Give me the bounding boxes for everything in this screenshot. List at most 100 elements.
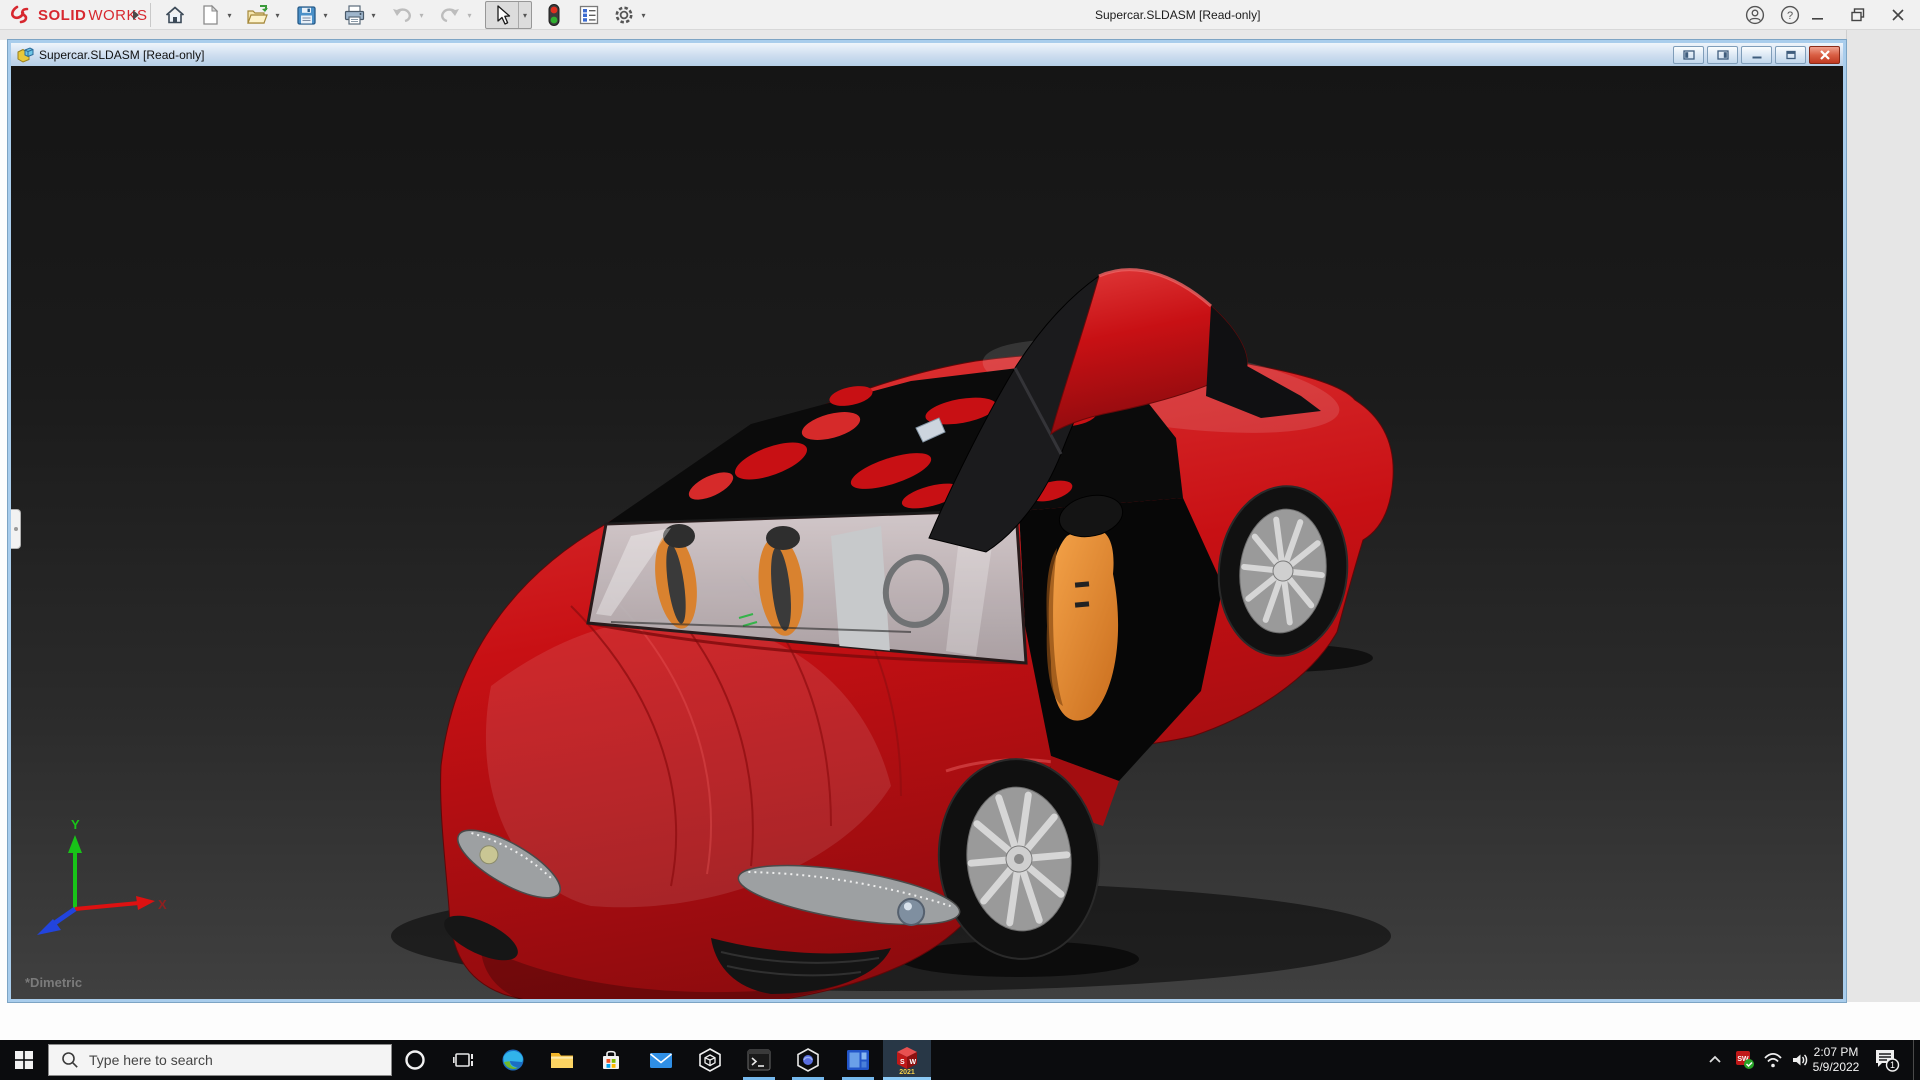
taskbar-search-box[interactable] — [48, 1044, 392, 1076]
solidworks-tray-icon: SW — [1735, 1050, 1755, 1070]
taskbar-solidworks-2021[interactable]: S W 2021 — [883, 1040, 931, 1080]
clock-date: 5/9/2022 — [1808, 1060, 1864, 1075]
photos-icon — [845, 1048, 871, 1072]
tray-clock[interactable]: 2:07 PM 5/9/2022 — [1808, 1040, 1864, 1080]
select-cursor-icon — [492, 4, 512, 26]
document-window-controls — [1673, 46, 1840, 64]
doc-minimize-icon — [1751, 50, 1763, 60]
new-document-dropdown[interactable]: ▾ — [223, 2, 236, 28]
assembly-document-icon — [16, 47, 34, 63]
hidden-icons-chevron[interactable] — [1701, 1040, 1729, 1080]
tray-wifi[interactable] — [1759, 1040, 1787, 1080]
taskbar-command-prompt[interactable] — [735, 1040, 783, 1080]
taskbar-cortana[interactable] — [391, 1040, 439, 1080]
options-dropdown[interactable]: ▾ — [637, 2, 650, 28]
volume-icon — [1790, 1050, 1810, 1070]
action-center-icon: 1 — [1872, 1047, 1900, 1073]
tray-solidworks-monitor[interactable]: SW — [1731, 1040, 1759, 1080]
minimize-button[interactable] — [1802, 0, 1834, 30]
taskbar-photos[interactable] — [834, 1040, 882, 1080]
command-prompt-icon — [746, 1047, 772, 1073]
home-icon — [164, 4, 186, 26]
close-icon — [1891, 8, 1905, 22]
taskbar-edge[interactable] — [489, 1040, 537, 1080]
print-dropdown[interactable]: ▾ — [367, 2, 380, 28]
doc-restore-icon — [1785, 50, 1797, 60]
restore-button[interactable] — [1842, 0, 1874, 30]
document-window: Supercar.SLDASM [Read-only] — [8, 40, 1846, 1002]
new-document-icon — [200, 4, 220, 26]
task-pane-collapsed-strip[interactable] — [1846, 30, 1920, 1002]
taskbar-paint-3d[interactable] — [784, 1040, 832, 1080]
help-icon: ? — [1780, 5, 1800, 25]
document-title: Supercar.SLDASM [Read-only] — [39, 48, 204, 62]
menu-expand-arrow-icon[interactable] — [131, 8, 141, 22]
file-explorer-icon — [549, 1047, 575, 1073]
home-button[interactable] — [162, 2, 188, 28]
taskbar-file-explorer[interactable] — [538, 1040, 586, 1080]
triad-y-label: Y — [71, 817, 80, 832]
orientation-triad[interactable]: Y X — [27, 817, 167, 937]
mdi-top-strip — [0, 30, 1920, 40]
search-icon — [61, 1051, 79, 1069]
svg-text:?: ? — [1787, 10, 1793, 22]
taskbar-3d-viewer[interactable] — [686, 1040, 734, 1080]
new-document-button[interactable] — [197, 2, 223, 28]
rebuild-traffic-light-icon — [547, 3, 561, 27]
save-dropdown[interactable]: ▾ — [319, 2, 332, 28]
redo-dropdown[interactable]: ▾ — [463, 2, 476, 28]
select-tool-button[interactable] — [486, 2, 518, 28]
windows-logo-icon — [15, 1051, 33, 1069]
file-properties-button[interactable] — [576, 2, 602, 28]
select-tool-dropdown[interactable]: ▾ — [518, 2, 531, 28]
doc-minimize-button[interactable] — [1741, 46, 1772, 64]
print-button[interactable] — [341, 2, 367, 28]
mail-icon — [648, 1048, 674, 1072]
close-button[interactable] — [1882, 0, 1914, 30]
solidworks-2021-icon: S W 2021 — [893, 1045, 921, 1075]
action-center-button[interactable]: 1 — [1864, 1040, 1908, 1080]
doc-close-icon — [1819, 50, 1831, 60]
open-folder-icon — [246, 4, 270, 26]
open-button[interactable] — [245, 2, 271, 28]
gear-icon — [613, 4, 635, 26]
search-input[interactable] — [89, 1052, 359, 1068]
print-icon — [343, 4, 366, 26]
svg-text:S: S — [900, 1059, 905, 1066]
doc-close-button[interactable] — [1809, 46, 1840, 64]
solidworks-logo: SOLIDWORKS — [10, 0, 148, 30]
view-orientation-label: *Dimetric — [25, 975, 82, 990]
show-desktop-button[interactable] — [1913, 1040, 1920, 1080]
windows-taskbar: S W 2021 SW — [0, 1040, 1920, 1080]
undo-button[interactable] — [389, 2, 415, 28]
clock-time: 2:07 PM — [1808, 1045, 1864, 1060]
wifi-icon — [1763, 1050, 1783, 1070]
restore-icon — [1850, 7, 1866, 23]
toolbar-separator — [150, 3, 151, 27]
taskbar-store[interactable] — [587, 1040, 635, 1080]
svg-text:W: W — [910, 1059, 917, 1066]
edge-icon — [500, 1047, 526, 1073]
supercar-3d-model[interactable] — [11, 66, 1843, 999]
taskbar-task-view[interactable] — [439, 1040, 487, 1080]
open-dropdown[interactable]: ▾ — [271, 2, 284, 28]
rebuild-button[interactable] — [541, 2, 567, 28]
featuremanager-collapsed-tab[interactable] — [11, 509, 21, 549]
sw-year-label: 2021 — [899, 1069, 915, 1075]
paint-3d-icon — [795, 1047, 821, 1073]
brand-solid: SOLID — [38, 7, 86, 24]
account-button[interactable] — [1739, 0, 1771, 30]
save-button[interactable] — [293, 2, 319, 28]
notification-badge: 1 — [1890, 1060, 1895, 1070]
start-button[interactable] — [0, 1040, 48, 1080]
options-button[interactable] — [611, 2, 637, 28]
doc-pane-right-button[interactable] — [1707, 46, 1738, 64]
redo-button[interactable] — [437, 2, 463, 28]
graphics-viewport[interactable]: Y X *Dimetric — [11, 66, 1843, 999]
user-account-icon — [1745, 5, 1765, 25]
undo-dropdown[interactable]: ▾ — [415, 2, 428, 28]
taskbar-mail[interactable] — [637, 1040, 685, 1080]
document-titlebar[interactable]: Supercar.SLDASM [Read-only] — [11, 43, 1843, 66]
doc-restore-button[interactable] — [1775, 46, 1806, 64]
doc-pane-left-button[interactable] — [1673, 46, 1704, 64]
